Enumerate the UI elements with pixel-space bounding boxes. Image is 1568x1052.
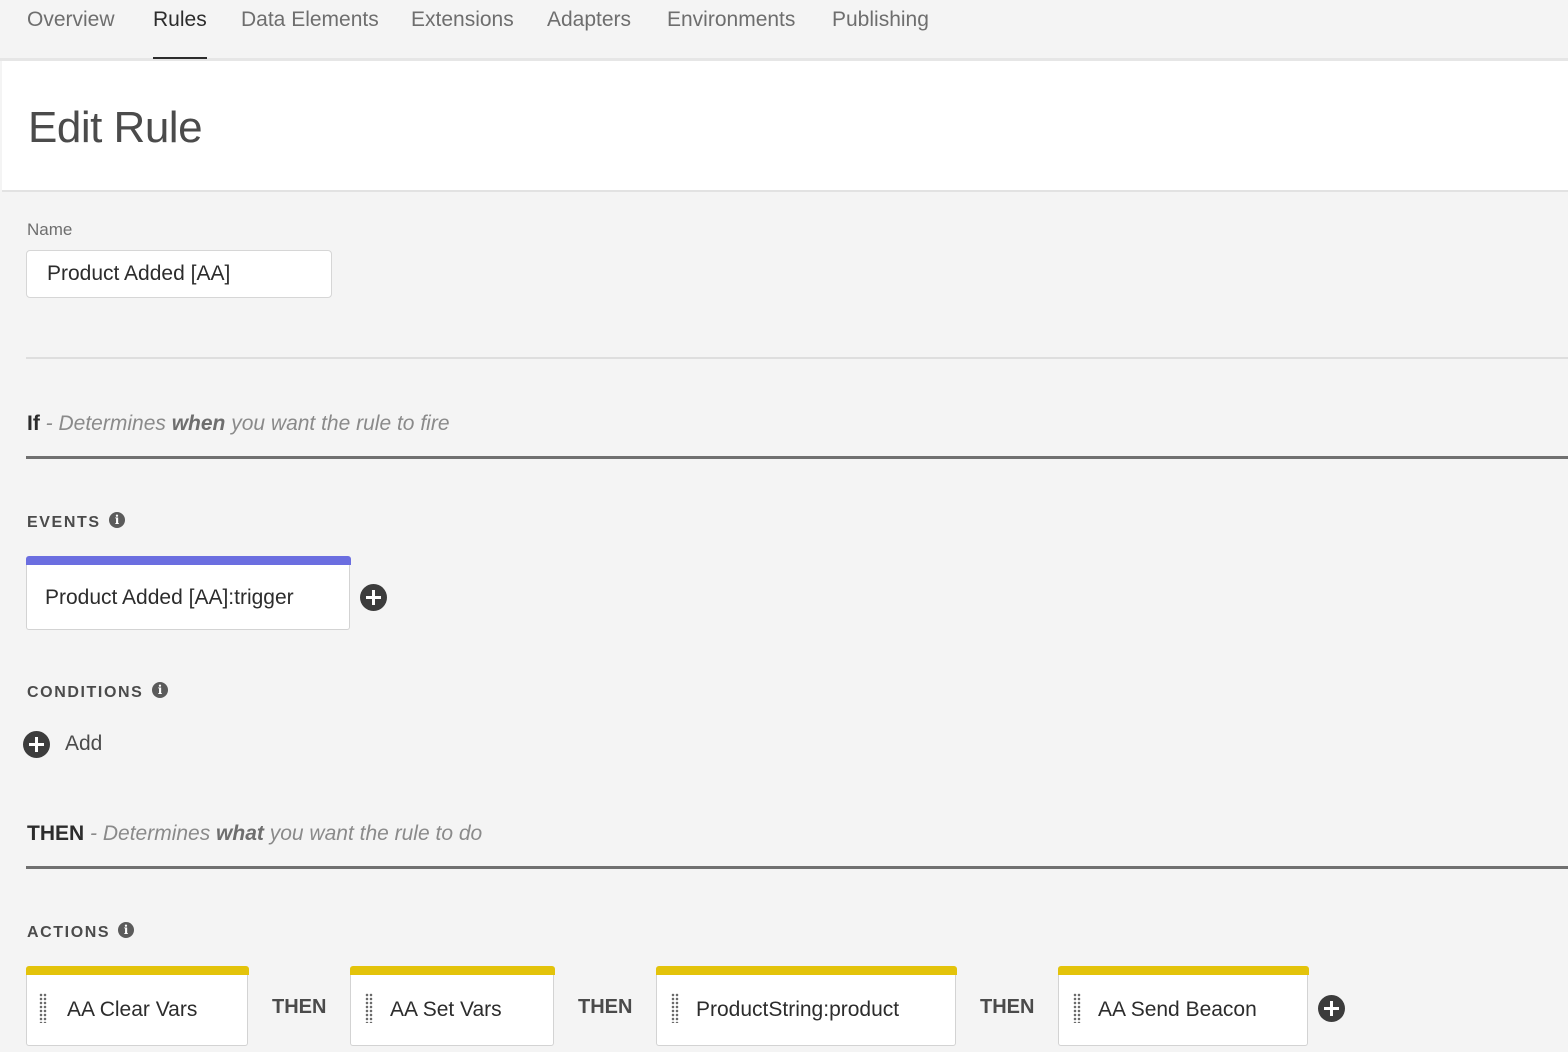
info-icon[interactable]: i (118, 922, 134, 938)
name-label: Name (27, 220, 73, 239)
add-event-icon[interactable] (360, 584, 387, 611)
actions-label: ACTIONS (27, 924, 111, 941)
if-desc-bold: when (171, 412, 226, 435)
then-joiner: THEN (980, 996, 1035, 1018)
action-card-bar (349, 966, 555, 975)
divider (26, 357, 1568, 359)
add-action-icon[interactable] (1318, 995, 1345, 1022)
tab-adapters[interactable]: Adapters (547, 8, 631, 58)
event-card[interactable]: Product Added [AA]:trigger (25, 556, 351, 630)
then-keyword: THEN (27, 822, 85, 845)
action-card-label: AA Set Vars (390, 998, 502, 1021)
action-card[interactable]: ProductString:product (655, 966, 957, 1046)
action-card-bar (1057, 966, 1309, 975)
tab-overview[interactable]: Overview (27, 8, 115, 58)
then-joiner: THEN (272, 996, 327, 1018)
drag-handle-icon[interactable] (39, 993, 47, 1023)
conditions-label: CONDITIONS (27, 684, 144, 701)
then-section-heading: THEN - Determines what you want the rule… (27, 822, 482, 846)
then-joiner: THEN (578, 996, 633, 1018)
action-card[interactable]: AA Clear Vars (25, 966, 249, 1046)
add-condition-icon[interactable] (23, 731, 50, 758)
event-card-label: Product Added [AA]:trigger (45, 586, 294, 609)
add-condition-button[interactable]: Add (65, 732, 102, 756)
page-header: Edit Rule (2, 61, 1568, 192)
info-icon[interactable]: i (152, 682, 168, 698)
then-desc-bold: what (216, 822, 264, 845)
action-card-bar (25, 966, 249, 975)
then-desc-after: you want the rule to do (263, 822, 483, 845)
info-icon[interactable]: i (109, 512, 125, 528)
if-divider (26, 456, 1568, 459)
tab-rules[interactable]: Rules (153, 8, 207, 59)
tab-extensions[interactable]: Extensions (411, 8, 514, 58)
tab-data-elements[interactable]: Data Elements (241, 8, 379, 58)
then-divider (26, 866, 1568, 869)
if-dash: - (39, 412, 59, 435)
action-card[interactable]: AA Set Vars (349, 966, 555, 1046)
tab-publishing[interactable]: Publishing (832, 8, 929, 58)
drag-handle-icon[interactable] (365, 993, 373, 1023)
drag-handle-icon[interactable] (1073, 993, 1081, 1023)
action-card[interactable]: AA Send Beacon (1057, 966, 1309, 1046)
drag-handle-icon[interactable] (671, 993, 679, 1023)
top-nav-tabs: Overview Rules Data Elements Extensions … (0, 0, 1568, 61)
if-keyword: If (27, 412, 40, 435)
action-card-label: AA Clear Vars (67, 998, 198, 1021)
action-card-label: ProductString:product (696, 998, 900, 1021)
if-desc-before: Determines (58, 412, 172, 435)
event-card-bar (25, 556, 351, 565)
if-desc-after: you want the rule to fire (225, 412, 450, 435)
tab-environments[interactable]: Environments (667, 8, 795, 58)
then-dash: - (84, 822, 103, 845)
page-title: Edit Rule (28, 103, 203, 152)
rule-name-input[interactable] (26, 250, 332, 298)
if-section-heading: If - Determines when you want the rule t… (27, 412, 450, 436)
action-card-bar (655, 966, 957, 975)
action-card-label: AA Send Beacon (1098, 998, 1257, 1021)
events-label: EVENTS (27, 514, 101, 531)
then-desc-before: Determines (102, 822, 217, 845)
